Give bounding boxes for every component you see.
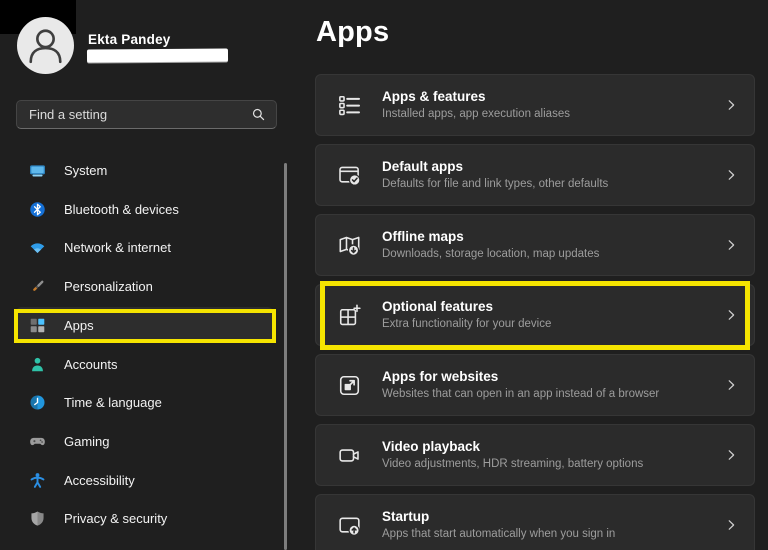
card-subtitle: Installed apps, app execution aliases xyxy=(382,107,724,122)
avatar[interactable] xyxy=(17,17,74,74)
accessibility-person-icon xyxy=(29,472,46,489)
card-offline-maps[interactable]: Offline maps Downloads, storage location… xyxy=(315,214,755,276)
shield-icon xyxy=(29,510,46,527)
card-optional-features[interactable]: Optional features Extra functionality fo… xyxy=(315,284,755,346)
sidebar-item-bluetooth[interactable]: Bluetooth & devices xyxy=(16,191,273,227)
sidebar-item-network[interactable]: Network & internet xyxy=(16,229,273,265)
wifi-icon xyxy=(29,239,46,256)
card-title: Apps & features xyxy=(382,88,724,105)
card-subtitle: Video adjustments, HDR streaming, batter… xyxy=(382,457,724,472)
card-subtitle: Downloads, storage location, map updates xyxy=(382,247,724,262)
apps-features-icon xyxy=(338,94,361,117)
settings-window: Ekta Pandey System Bluetooth & devices xyxy=(0,0,768,550)
sidebar-scrollbar[interactable] xyxy=(284,163,287,550)
sidebar-item-label: System xyxy=(64,163,107,178)
sidebar-item-label: Time & language xyxy=(64,395,162,410)
account-person-icon xyxy=(29,356,46,373)
sidebar-item-accounts[interactable]: Accounts xyxy=(16,346,273,382)
startup-icon xyxy=(338,514,361,537)
card-apps-for-websites[interactable]: Apps for websites Websites that can open… xyxy=(315,354,755,416)
sidebar-item-label: Privacy & security xyxy=(64,511,167,526)
card-apps-and-features[interactable]: Apps & features Installed apps, app exec… xyxy=(315,74,755,136)
card-title: Apps for websites xyxy=(382,368,724,385)
card-title: Optional features xyxy=(382,298,724,315)
sidebar-item-gaming[interactable]: Gaming xyxy=(16,423,273,459)
bluetooth-icon xyxy=(29,201,46,218)
clock-icon xyxy=(29,394,46,411)
card-subtitle: Defaults for file and link types, other … xyxy=(382,177,724,192)
sidebar-item-time-language[interactable]: Time & language xyxy=(16,384,273,420)
card-subtitle: Websites that can open in an app instead… xyxy=(382,387,724,402)
card-title: Default apps xyxy=(382,158,724,175)
apps-for-websites-icon xyxy=(338,374,361,397)
sidebar-item-system[interactable]: System xyxy=(16,152,273,188)
sidebar-item-personalization[interactable]: Personalization xyxy=(16,268,273,304)
chevron-right-icon xyxy=(724,168,738,182)
video-playback-icon xyxy=(338,444,361,467)
profile-name: Ekta Pandey xyxy=(88,32,171,47)
sidebar-item-label: Gaming xyxy=(64,434,110,449)
system-icon xyxy=(29,162,46,179)
card-subtitle: Apps that start automatically when you s… xyxy=(382,527,724,542)
search-icon xyxy=(251,107,266,122)
card-video-playback[interactable]: Video playback Video adjustments, HDR st… xyxy=(315,424,755,486)
sidebar-item-label: Apps xyxy=(64,318,94,333)
sidebar-item-label: Network & internet xyxy=(64,240,171,255)
person-icon xyxy=(17,17,74,74)
apps-grid-icon xyxy=(29,317,46,334)
sidebar-item-label: Personalization xyxy=(64,279,153,294)
card-default-apps[interactable]: Default apps Defaults for file and link … xyxy=(315,144,755,206)
card-title: Startup xyxy=(382,508,724,525)
chevron-right-icon xyxy=(724,378,738,392)
offline-maps-icon xyxy=(338,234,361,257)
search-input[interactable] xyxy=(29,107,251,122)
chevron-right-icon xyxy=(724,448,738,462)
chevron-right-icon xyxy=(724,238,738,252)
sidebar-item-privacy-security[interactable]: Privacy & security xyxy=(16,500,273,536)
card-title: Offline maps xyxy=(382,228,724,245)
card-startup[interactable]: Startup Apps that start automatically wh… xyxy=(315,494,755,550)
paintbrush-icon xyxy=(29,278,46,295)
sidebar-item-label: Accessibility xyxy=(64,473,135,488)
default-apps-icon xyxy=(338,164,361,187)
email-redaction-bar xyxy=(87,49,228,63)
card-title: Video playback xyxy=(382,438,724,455)
sidebar-item-label: Accounts xyxy=(64,357,117,372)
optional-features-icon xyxy=(338,304,361,327)
search-box[interactable] xyxy=(16,100,277,129)
sidebar-item-apps[interactable]: Apps xyxy=(16,307,273,343)
chevron-right-icon xyxy=(724,98,738,112)
chevron-right-icon xyxy=(724,308,738,322)
sidebar-item-label: Bluetooth & devices xyxy=(64,202,179,217)
chevron-right-icon xyxy=(724,518,738,532)
page-title: Apps xyxy=(316,16,389,49)
sidebar-item-accessibility[interactable]: Accessibility xyxy=(16,462,273,498)
gamepad-icon xyxy=(29,433,46,450)
card-subtitle: Extra functionality for your device xyxy=(382,317,724,332)
